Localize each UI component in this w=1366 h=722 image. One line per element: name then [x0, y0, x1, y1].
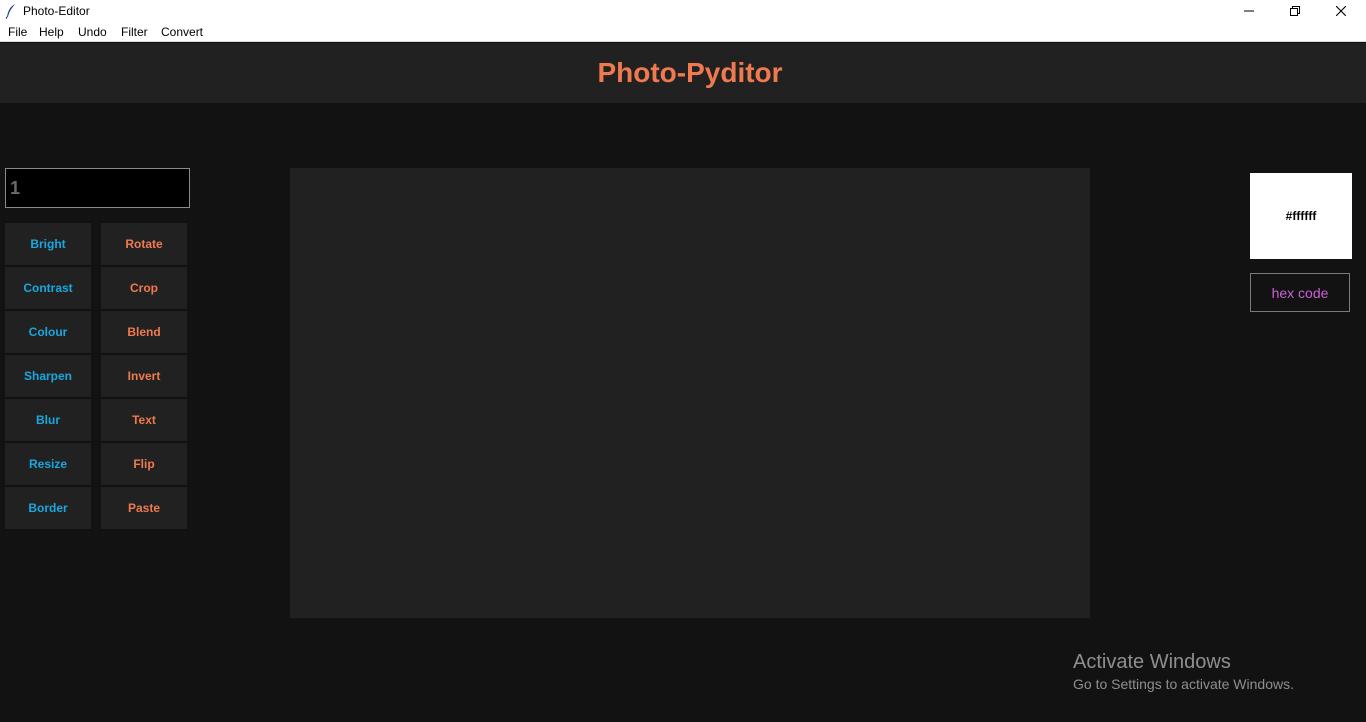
- minimize-icon: [1244, 10, 1254, 12]
- border-button[interactable]: Border: [5, 487, 91, 529]
- crop-button[interactable]: Crop: [101, 267, 187, 309]
- image-canvas[interactable]: [290, 168, 1090, 618]
- hex-code-button[interactable]: hex code: [1250, 273, 1350, 312]
- menu-file[interactable]: File: [8, 25, 27, 39]
- resize-button[interactable]: Resize: [5, 443, 91, 485]
- activation-watermark-title: Activate Windows: [1073, 651, 1231, 673]
- close-button[interactable]: [1318, 0, 1364, 22]
- activation-watermark-subtitle: Go to Settings to activate Windows.: [1073, 676, 1294, 692]
- invert-button[interactable]: Invert: [101, 355, 187, 397]
- title-bar: Photo-Editor: [0, 0, 1366, 22]
- blur-button[interactable]: Blur: [5, 399, 91, 441]
- bright-button[interactable]: Bright: [5, 223, 91, 265]
- menu-bar: File Help Undo Filter Convert: [0, 22, 1366, 42]
- restore-icon: [1290, 6, 1300, 16]
- contrast-button[interactable]: Contrast: [5, 267, 91, 309]
- app-title: Photo-Pyditor: [597, 57, 783, 88]
- app-header: Photo-Pyditor: [0, 43, 1366, 103]
- color-swatch-value: #ffffff: [1285, 209, 1317, 223]
- menu-convert[interactable]: Convert: [161, 25, 203, 39]
- paste-button[interactable]: Paste: [101, 487, 187, 529]
- text-button[interactable]: Text: [101, 399, 187, 441]
- blend-button[interactable]: Blend: [101, 311, 187, 353]
- close-icon: [1336, 6, 1346, 16]
- value-input[interactable]: [5, 168, 190, 208]
- flip-button[interactable]: Flip: [101, 443, 187, 485]
- colour-button[interactable]: Colour: [5, 311, 91, 353]
- menu-undo[interactable]: Undo: [78, 25, 107, 39]
- menu-help[interactable]: Help: [39, 25, 64, 39]
- sharpen-button[interactable]: Sharpen: [5, 355, 91, 397]
- minimize-button[interactable]: [1226, 0, 1272, 22]
- restore-button[interactable]: [1272, 0, 1318, 22]
- window-title: Photo-Editor: [23, 4, 90, 18]
- rotate-button[interactable]: Rotate: [101, 223, 187, 265]
- color-swatch: #ffffff: [1250, 173, 1352, 259]
- menu-filter[interactable]: Filter: [121, 25, 148, 39]
- feather-icon: [5, 4, 15, 19]
